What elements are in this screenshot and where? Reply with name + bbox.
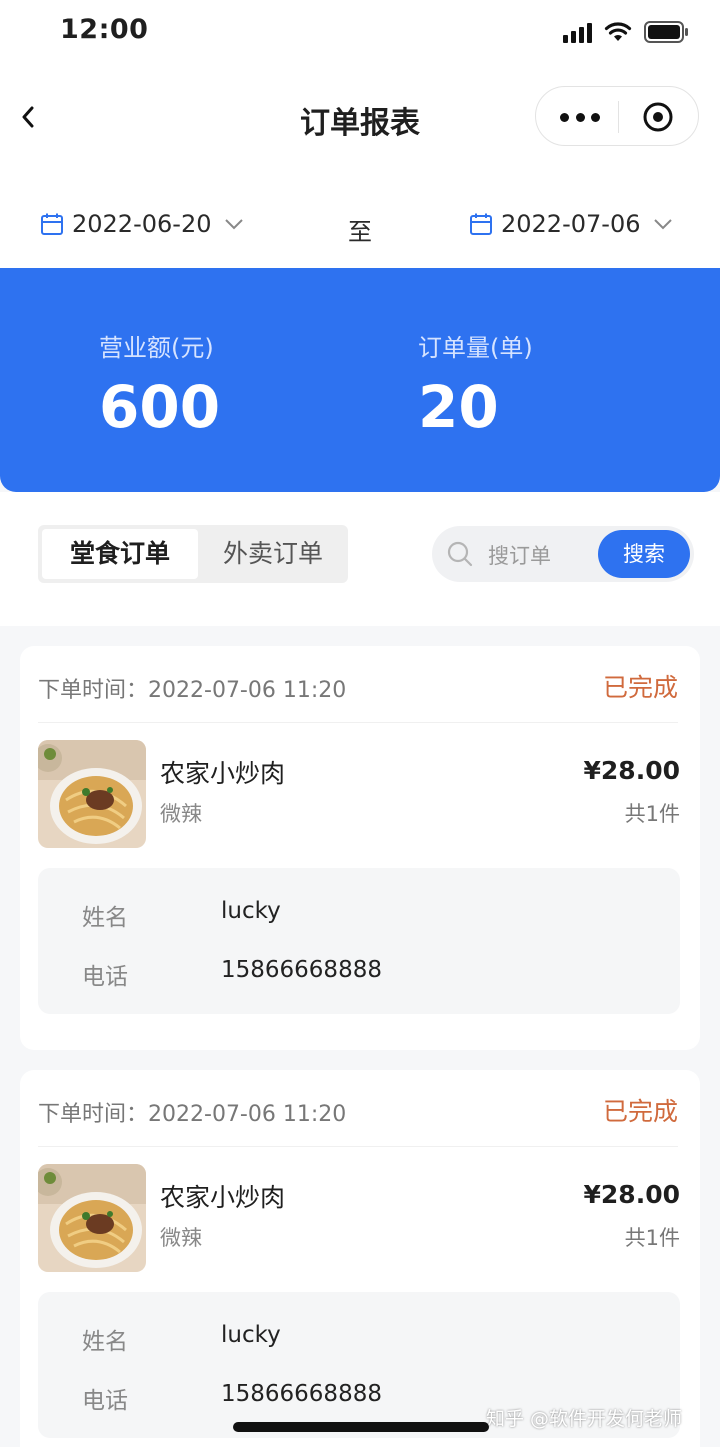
- chevron-down-icon: [654, 219, 673, 230]
- status-icons: [563, 20, 690, 44]
- customer-info: 姓名 lucky 电话 15866668888: [38, 868, 680, 1014]
- date-range-row: 2022-06-20 至 2022-07-06: [0, 170, 720, 270]
- revenue-label: 营业额(元): [99, 334, 214, 362]
- summary-banner: 营业额(元) 600 订单量(单) 20: [0, 268, 720, 492]
- end-date-picker[interactable]: 2022-07-06: [469, 210, 673, 238]
- order-price: ¥28.00: [583, 756, 680, 785]
- customer-phone: 15866668888: [221, 957, 382, 983]
- chevron-down-icon: [225, 219, 244, 230]
- orders-label: 订单量(单): [418, 334, 533, 362]
- customer-name: lucky: [221, 1322, 281, 1348]
- wifi-icon: [604, 21, 632, 43]
- order-quantity: 共1件: [624, 1226, 680, 1250]
- order-status: 已完成: [602, 673, 678, 702]
- order-card[interactable]: 下单时间：2022-07-06 11:20 已完成 农家小炒肉 微辣 ¥28.0…: [20, 1070, 700, 1447]
- close-target-icon[interactable]: [642, 101, 674, 133]
- dish-flavor: 微辣: [160, 1226, 202, 1250]
- dish-image: [38, 740, 146, 848]
- start-date-picker[interactable]: 2022-06-20: [40, 210, 244, 238]
- calendar-icon: [470, 213, 492, 235]
- order-time: 下单时间：2022-07-06 11:20: [38, 1096, 346, 1128]
- divider: [38, 1146, 678, 1147]
- phone-label: 电话: [82, 1388, 128, 1414]
- phone-label: 电话: [82, 964, 128, 990]
- nav-bar: 订单报表: [0, 66, 720, 170]
- name-label: 姓名: [82, 1329, 128, 1355]
- date-separator: 至: [348, 218, 372, 246]
- tab-dine-in[interactable]: 堂食订单: [42, 529, 198, 579]
- dish-name: 农家小炒肉: [160, 759, 286, 788]
- calendar-icon: [41, 213, 63, 235]
- order-quantity: 共1件: [624, 802, 680, 826]
- tab-delivery[interactable]: 外卖订单: [202, 529, 344, 579]
- end-date-text: 2022-07-06: [501, 210, 641, 238]
- more-icon[interactable]: [560, 109, 600, 125]
- start-date-text: 2022-06-20: [72, 210, 212, 238]
- status-time: 12:00: [60, 14, 149, 45]
- home-indicator[interactable]: [233, 1422, 489, 1432]
- customer-name: lucky: [221, 898, 281, 924]
- order-time-label: 下单时间：: [38, 678, 149, 703]
- order-status: 已完成: [602, 1097, 678, 1126]
- search-bar: 搜订单 搜索: [432, 526, 694, 582]
- orders-value: 20: [418, 373, 499, 441]
- capsule-divider: [618, 101, 619, 133]
- order-price: ¥28.00: [583, 1180, 680, 1209]
- signal-icon: [563, 21, 592, 43]
- customer-phone: 15866668888: [221, 1381, 382, 1407]
- search-input[interactable]: 搜订单: [488, 540, 551, 570]
- filter-toolbar: 堂食订单 外卖订单 搜订单 搜索: [0, 492, 720, 626]
- order-card[interactable]: 下单时间：2022-07-06 11:20 已完成 农家小炒肉 微辣 ¥28.0…: [20, 646, 700, 1050]
- battery-icon: [644, 20, 690, 44]
- divider: [38, 722, 678, 723]
- search-button[interactable]: 搜索: [598, 530, 690, 578]
- order-time: 下单时间：2022-07-06 11:20: [38, 672, 346, 704]
- watermark: 知乎 @软件开发何老师: [486, 1408, 683, 1430]
- order-type-tabs: 堂食订单 外卖订单: [38, 525, 348, 583]
- order-time-label: 下单时间：: [38, 1102, 149, 1127]
- name-label: 姓名: [82, 905, 128, 931]
- dish-image: [38, 1164, 146, 1272]
- revenue-stat: 营业额(元) 600: [99, 328, 220, 441]
- dish-name: 农家小炒肉: [160, 1183, 286, 1212]
- status-bar: 12:00: [0, 0, 720, 66]
- order-time-value: 2022-07-06 11:20: [148, 1102, 347, 1127]
- orders-stat: 订单量(单) 20: [418, 328, 533, 441]
- dish-flavor: 微辣: [160, 802, 202, 826]
- mini-program-capsule: [535, 86, 699, 146]
- order-time-value: 2022-07-06 11:20: [148, 678, 347, 703]
- revenue-value: 600: [99, 373, 221, 441]
- search-icon: [447, 541, 473, 567]
